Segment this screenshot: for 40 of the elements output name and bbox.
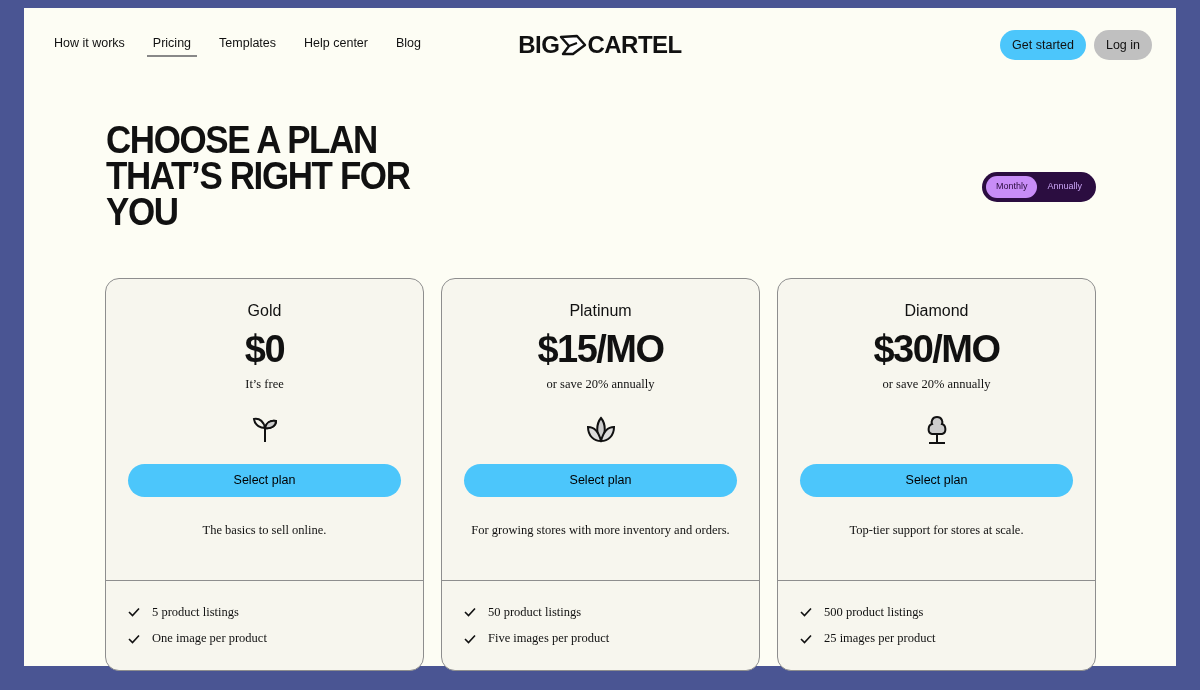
billing-option[interactable]: Annually: [1037, 176, 1092, 198]
feature-text: Five images per product: [488, 630, 610, 648]
check-icon: [128, 633, 140, 644]
plan-name: Gold: [247, 301, 282, 321]
check-icon: [800, 606, 812, 617]
plan-description: Top-tier support for stores at scale.: [849, 521, 1024, 539]
logo-icon: [559, 34, 588, 56]
plan-name: Diamond: [904, 301, 969, 321]
get-started-button[interactable]: Get started: [1000, 29, 1086, 61]
price-note: or save 20% annually: [546, 375, 655, 393]
check-icon: [464, 633, 476, 644]
select-plan-button[interactable]: Select plan: [800, 463, 1073, 497]
logo-text: CARTEL: [587, 33, 682, 57]
nav-link[interactable]: Templates: [213, 33, 283, 57]
select-plan-button[interactable]: Select plan: [128, 463, 401, 497]
plan-description: The basics to sell online.: [202, 521, 327, 539]
check-icon: [128, 606, 140, 617]
login-button[interactable]: Log in: [1093, 29, 1152, 61]
feature-text: 50 product listings: [488, 603, 582, 621]
logo-text: BIG: [518, 33, 560, 57]
nav-link[interactable]: How it works: [48, 33, 131, 57]
feature-text: 5 product listings: [152, 603, 239, 621]
check-icon: [464, 606, 476, 617]
nav-link[interactable]: Help center: [298, 33, 374, 57]
nav-link[interactable]: Blog: [390, 33, 427, 57]
nav-link[interactable]: Pricing: [146, 33, 198, 57]
feature-text: 500 product listings: [824, 603, 924, 621]
check-icon: [800, 633, 812, 644]
plan-price: $0: [244, 329, 285, 371]
feature-text: 25 images per product: [824, 630, 936, 648]
plan-price: $30/MO: [873, 329, 1000, 371]
page-heading: CHOOSE A PLAN THAT’S RIGHT FOR YOU: [106, 122, 411, 230]
price-note: It’s free: [245, 375, 284, 393]
price-note: or save 20% annually: [882, 375, 991, 393]
select-plan-button[interactable]: Select plan: [464, 463, 737, 497]
plan-description: For growing stores with more inventory and orders.: [471, 521, 730, 539]
plan-name: Platinum: [569, 301, 632, 321]
plan-price: $15/MO: [537, 329, 664, 371]
billing-option[interactable]: Monthly: [985, 176, 1038, 198]
feature-text: One image per product: [152, 630, 267, 648]
